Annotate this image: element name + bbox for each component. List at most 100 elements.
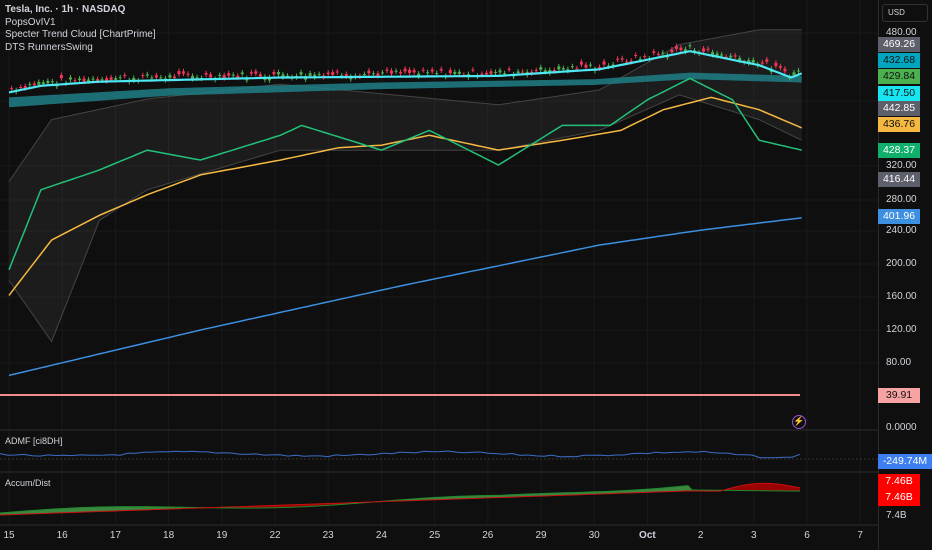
candle [729, 55, 733, 58]
ad-fill [68, 508, 72, 513]
candle [706, 48, 710, 50]
ad-fill [776, 483, 780, 491]
candle [561, 68, 565, 70]
candle [59, 75, 63, 79]
time-label: 15 [3, 530, 15, 541]
time-label: 2 [697, 530, 704, 541]
candle [154, 75, 158, 78]
ad-tag-2: 7.46B [878, 490, 920, 506]
candle [796, 70, 800, 72]
candle [168, 75, 172, 78]
candle [141, 75, 145, 77]
candle [783, 68, 787, 72]
candle [100, 79, 104, 81]
candle [480, 73, 484, 75]
candle [258, 74, 262, 77]
symbol-title[interactable]: Tesla, Inc. · 1h · NASDAQ [5, 4, 156, 17]
currency-button[interactable]: USD [882, 4, 928, 22]
candle [702, 48, 706, 52]
indicator-dts[interactable]: DTS RunnersSwing [5, 42, 156, 55]
candle [371, 73, 375, 75]
lightning-icon[interactable]: ⚡ [792, 415, 806, 429]
ad-fill [764, 483, 768, 491]
candle [317, 74, 321, 76]
candle [177, 71, 181, 75]
ad-fill [752, 483, 756, 491]
candle [87, 79, 91, 82]
candle [539, 67, 543, 70]
candle [326, 72, 330, 75]
indicator-specter[interactable]: Specter Trend Cloud [ChartPrime] [5, 29, 156, 42]
candle [308, 73, 312, 76]
candle [390, 70, 394, 74]
candle [584, 64, 588, 68]
ad-fill [108, 506, 112, 512]
candle [19, 87, 23, 89]
candle [109, 77, 113, 80]
chart-canvas[interactable] [0, 0, 878, 550]
candle [412, 70, 416, 73]
price-tag: 428.37 [878, 143, 920, 158]
candle [240, 72, 244, 75]
price-tick: 200.00 [886, 258, 917, 269]
candle [186, 73, 190, 75]
candle [503, 73, 507, 75]
candle [123, 75, 127, 77]
candle [41, 82, 45, 85]
time-label: 30 [588, 530, 600, 541]
admf-pane-title[interactable]: ADMF [ci8DH] [5, 436, 63, 446]
price-tag: 436.76 [878, 117, 920, 132]
ad-fill [76, 507, 80, 513]
ad-fill [88, 507, 92, 512]
candle [37, 81, 41, 85]
candle [778, 66, 782, 68]
candle [50, 81, 54, 83]
price-tick: 320.00 [886, 160, 917, 171]
candle [376, 73, 380, 77]
time-label: 26 [482, 530, 494, 541]
candle [679, 47, 683, 50]
candle [394, 70, 398, 72]
ad-fill [760, 483, 764, 491]
admf-tag: -249.74M [878, 454, 932, 469]
candle [10, 88, 14, 90]
candle [616, 58, 620, 60]
time-label: 18 [163, 530, 175, 541]
time-label: 16 [56, 530, 68, 541]
time-label: 22 [269, 530, 281, 541]
candle [218, 75, 222, 77]
admf-line [0, 450, 801, 459]
ad-fill [772, 483, 776, 491]
indicator-popsov[interactable]: PopsOvIV1 [5, 17, 156, 30]
ad-fill [112, 506, 116, 512]
candle [118, 77, 122, 79]
price-tick: 240.00 [886, 225, 917, 236]
candle [579, 61, 583, 65]
ad-fill [72, 507, 76, 513]
price-tag: 469.26 [878, 37, 920, 52]
time-label: 24 [375, 530, 387, 541]
candle [399, 72, 403, 74]
candle [765, 59, 769, 62]
time-label: 17 [109, 530, 121, 541]
candle [453, 71, 457, 75]
accum-pane-title[interactable]: Accum/Dist [5, 478, 51, 488]
candle [448, 69, 452, 74]
candle [620, 58, 624, 60]
ad-fill [96, 507, 100, 512]
candle [625, 61, 629, 63]
time-label: 23 [322, 530, 334, 541]
candle [498, 70, 502, 73]
time-label: 25 [429, 530, 441, 541]
candle [145, 74, 149, 76]
candle [751, 59, 755, 63]
candle [254, 71, 258, 74]
candle [380, 72, 384, 74]
ad-fill [120, 506, 124, 511]
candle [534, 70, 538, 72]
candle [403, 68, 407, 72]
price-tick: 80.00 [886, 357, 912, 368]
candle [362, 74, 366, 76]
candle [489, 71, 493, 74]
ad-fill [100, 506, 104, 512]
